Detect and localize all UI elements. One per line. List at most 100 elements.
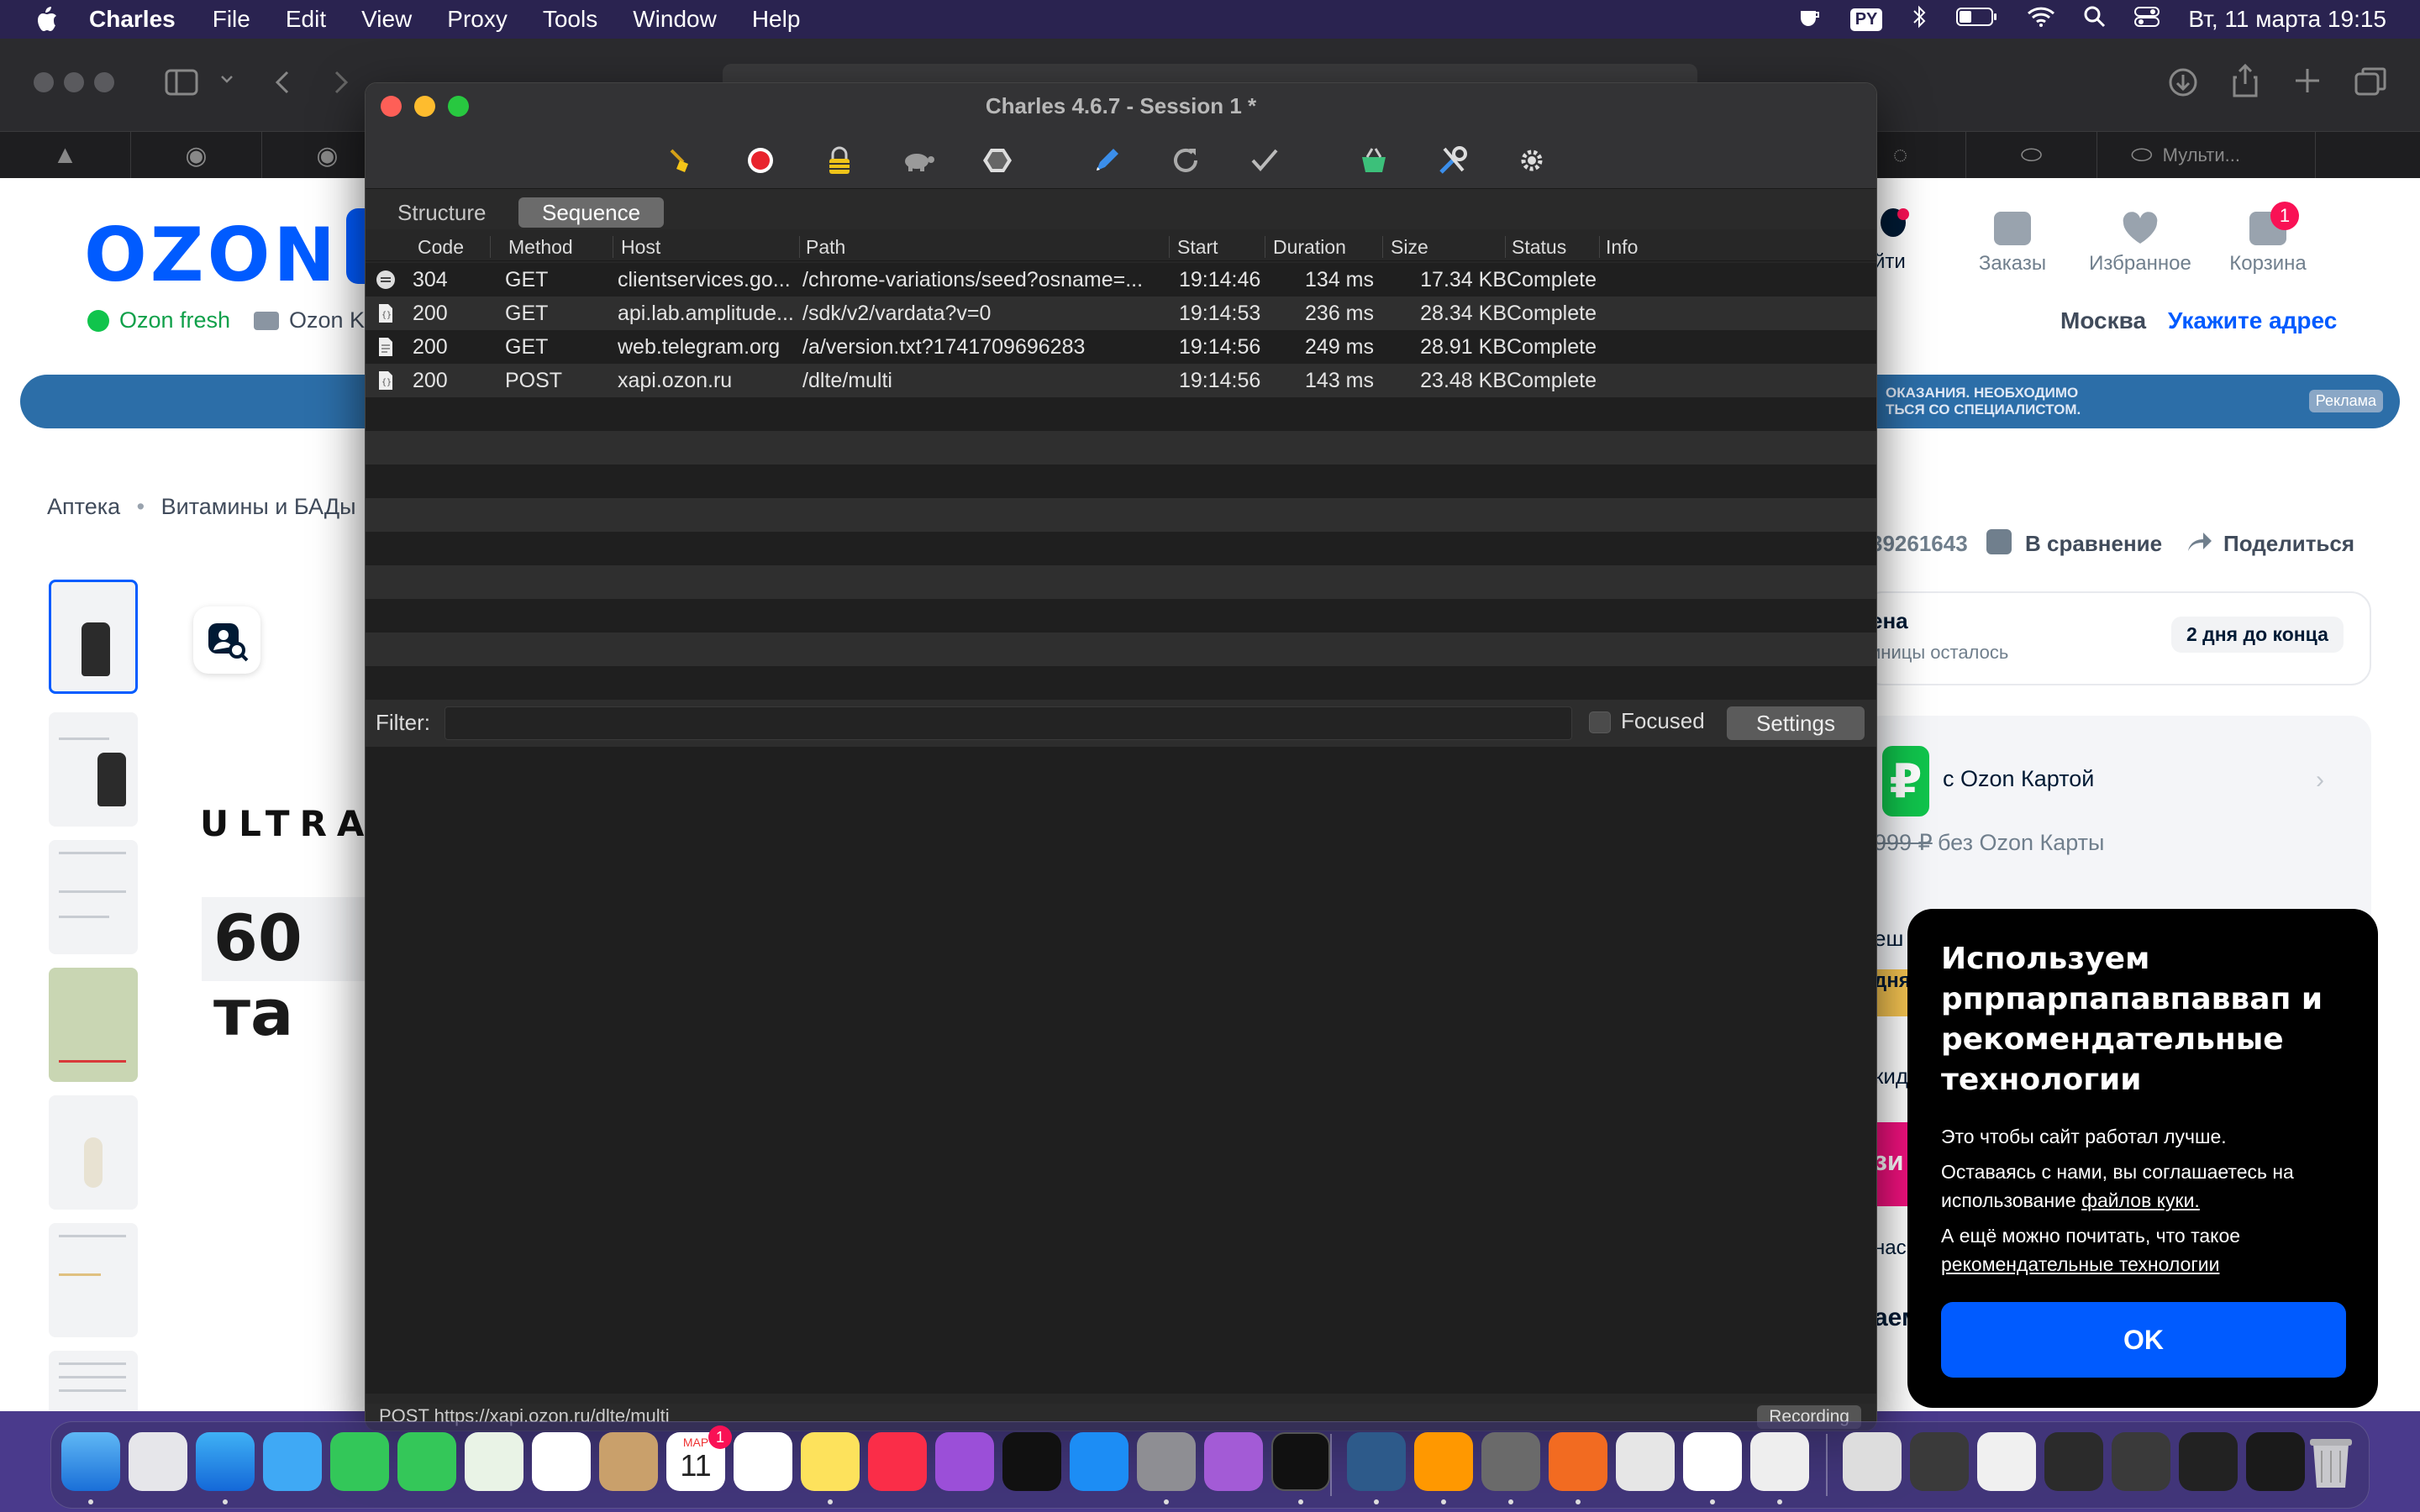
- music-icon[interactable]: [868, 1432, 927, 1491]
- filter-input[interactable]: [445, 706, 1572, 740]
- maps-icon[interactable]: [465, 1432, 523, 1491]
- product-thumbnail[interactable]: [49, 1351, 138, 1411]
- column-divider[interactable]: [799, 236, 800, 258]
- tv-icon[interactable]: [1002, 1432, 1061, 1491]
- settings-button[interactable]: Settings: [1727, 706, 1865, 740]
- downloads-icon[interactable]: [2168, 67, 2198, 102]
- safari-icon[interactable]: [196, 1432, 255, 1491]
- column-code[interactable]: Code: [418, 236, 464, 259]
- menu-file[interactable]: File: [213, 6, 250, 33]
- browser-tab[interactable]: ◉: [131, 132, 262, 179]
- recommendation-tech-link[interactable]: рекомендательные технологии: [1941, 1253, 2219, 1275]
- column-info[interactable]: Info: [1606, 236, 1638, 259]
- new-tab-icon[interactable]: [2294, 67, 2321, 98]
- photos-icon[interactable]: [532, 1432, 591, 1491]
- menu-edit[interactable]: Edit: [286, 6, 326, 33]
- column-divider[interactable]: [1505, 236, 1506, 258]
- sublime-text-icon[interactable]: [1414, 1432, 1473, 1491]
- breadcrumb-pharmacy[interactable]: Аптека: [47, 494, 120, 519]
- share-link[interactable]: Поделиться: [2223, 531, 2354, 557]
- input-source-indicator[interactable]: PY: [1849, 8, 1883, 31]
- image-search-button[interactable]: [193, 606, 260, 674]
- column-divider[interactable]: [1169, 236, 1170, 258]
- cookie-ok-button[interactable]: OK: [1941, 1302, 2346, 1378]
- minimized-window-thumbnail[interactable]: [2246, 1432, 2305, 1491]
- minimized-window-thumbnail[interactable]: [2044, 1432, 2103, 1491]
- column-divider[interactable]: [490, 236, 491, 258]
- column-status[interactable]: Status: [1512, 236, 1566, 259]
- sidebar-toggle-icon[interactable]: [165, 69, 198, 100]
- table-row[interactable]: {} 200 GET api.lab.amplitude... /sdk/v2/…: [366, 297, 1876, 330]
- menubar-clock[interactable]: Вт, 11 марта 19:15: [2188, 6, 2386, 33]
- menu-app-name[interactable]: Charles: [89, 6, 176, 33]
- messages-icon[interactable]: [397, 1432, 456, 1491]
- column-host[interactable]: Host: [621, 236, 660, 259]
- cookie-files-link[interactable]: файлов куки.: [2081, 1189, 2200, 1211]
- minimized-window-thumbnail[interactable]: [1910, 1432, 1969, 1491]
- apple-icon[interactable]: [34, 5, 67, 34]
- product-thumbnail[interactable]: [49, 1223, 138, 1337]
- chrome-icon[interactable]: [1683, 1432, 1742, 1491]
- column-duration[interactable]: Duration: [1273, 236, 1346, 259]
- ad-label[interactable]: Реклама: [2308, 390, 2383, 412]
- minimized-window-thumbnail[interactable]: [1977, 1432, 2036, 1491]
- postman-icon[interactable]: [1549, 1432, 1607, 1491]
- share-icon[interactable]: [2232, 63, 2259, 102]
- focused-label[interactable]: Focused: [1621, 708, 1705, 734]
- address-link[interactable]: Укажите адрес: [2168, 307, 2337, 334]
- product-thumbnail[interactable]: [49, 840, 138, 954]
- lock-icon[interactable]: [823, 144, 856, 177]
- turtle-icon[interactable]: [902, 144, 935, 177]
- cart-link[interactable]: Корзина: [2205, 212, 2331, 276]
- system-settings-icon[interactable]: [1137, 1432, 1196, 1491]
- gear-icon[interactable]: [1515, 144, 1549, 177]
- battery-icon[interactable]: [1956, 6, 1998, 34]
- feedback-icon[interactable]: [1204, 1432, 1263, 1491]
- focused-checkbox[interactable]: [1589, 711, 1611, 733]
- product-thumbnail[interactable]: [49, 580, 138, 694]
- product-thumbnail[interactable]: [49, 968, 138, 1082]
- table-row[interactable]: 200 GET web.telegram.org /a/version.txt?…: [366, 330, 1876, 364]
- favorites-link[interactable]: Избранное: [2077, 212, 2203, 276]
- control-center-icon[interactable]: [2134, 6, 2160, 34]
- minimized-window-thumbnail[interactable]: [2179, 1432, 2238, 1491]
- browser-close-button[interactable]: [34, 72, 54, 92]
- pen-icon[interactable]: [1090, 144, 1123, 177]
- login-link[interactable]: йти: [1874, 250, 1906, 274]
- column-divider[interactable]: [1382, 236, 1383, 258]
- browser-tab[interactable]: ⬭: [1966, 132, 2097, 179]
- minimized-window-thumbnail[interactable]: [2112, 1432, 2170, 1491]
- finder-icon[interactable]: [61, 1432, 120, 1491]
- mysql-workbench-icon[interactable]: [1347, 1432, 1406, 1491]
- browser-minimize-button[interactable]: [64, 72, 84, 92]
- spotlight-search-icon[interactable]: [2084, 6, 2106, 34]
- menu-tools[interactable]: Tools: [543, 6, 597, 33]
- column-method[interactable]: Method: [508, 236, 573, 259]
- record-icon[interactable]: [744, 144, 777, 177]
- column-start[interactable]: Start: [1177, 236, 1218, 259]
- podcasts-icon[interactable]: [935, 1432, 994, 1491]
- charles-status-icon[interactable]: [1797, 4, 1822, 35]
- app-store-icon[interactable]: [1070, 1432, 1128, 1491]
- ozon-fresh-link[interactable]: Ozon fresh: [87, 307, 230, 333]
- breadcrumb-vitamins[interactable]: Витамины и БАДы: [161, 494, 356, 519]
- table-row[interactable]: 304 GET clientservices.go... /chrome-var…: [366, 263, 1876, 297]
- menu-proxy[interactable]: Proxy: [447, 6, 508, 33]
- script-editor-icon[interactable]: [1616, 1432, 1675, 1491]
- table-row[interactable]: {} 200 POST xapi.ozon.ru /dlte/multi 19:…: [366, 364, 1876, 397]
- chevron-right-icon[interactable]: ›: [2316, 766, 2324, 795]
- launchpad-icon[interactable]: [129, 1432, 187, 1491]
- column-size[interactable]: Size: [1391, 236, 1428, 259]
- contacts-icon[interactable]: [599, 1432, 658, 1491]
- forward-icon[interactable]: [333, 69, 350, 100]
- tools-icon[interactable]: [1436, 144, 1470, 177]
- facetime-icon[interactable]: [330, 1432, 389, 1491]
- browser-zoom-button[interactable]: [94, 72, 114, 92]
- keychain-icon[interactable]: [1481, 1432, 1540, 1491]
- ozon-logo[interactable]: OZON: [84, 212, 339, 298]
- notes-icon[interactable]: [801, 1432, 860, 1491]
- charles-app-icon[interactable]: [1750, 1432, 1809, 1491]
- chevron-down-icon[interactable]: [220, 74, 234, 90]
- back-icon[interactable]: [274, 69, 291, 100]
- hexagon-stop-icon[interactable]: [981, 144, 1014, 177]
